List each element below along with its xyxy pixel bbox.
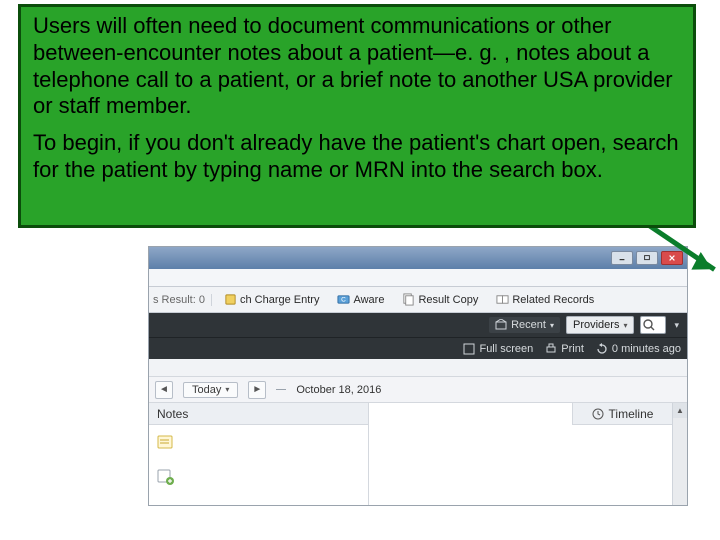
print-icon <box>545 343 557 355</box>
recent-label: Recent <box>511 319 546 331</box>
related-records-button[interactable]: Related Records <box>490 290 600 309</box>
next-day-button[interactable]: ► <box>248 381 266 399</box>
recent-icon <box>495 319 507 331</box>
aware-button[interactable]: C Aware <box>331 290 390 309</box>
note-document-icon[interactable] <box>157 435 175 451</box>
main-toolbar: s Result: 0 ch Charge Entry C Aware Resu… <box>149 287 687 313</box>
window-titlebar <box>149 247 687 269</box>
notes-panel-title: Notes <box>157 407 188 421</box>
refresh-label: 0 minutes ago <box>612 343 681 355</box>
notes-panel-body <box>149 425 368 495</box>
result-copy-icon <box>402 293 415 306</box>
charge-entry-icon <box>224 293 237 306</box>
print-button[interactable]: Print <box>545 343 584 355</box>
minimize-icon <box>617 254 627 262</box>
patient-search-input[interactable] <box>640 316 666 334</box>
related-records-label: Related Records <box>512 294 594 306</box>
spacer-bar <box>149 359 687 377</box>
providers-label: Providers <box>573 319 619 331</box>
result-copy-label: Result Copy <box>418 294 478 306</box>
search-icon <box>642 318 656 332</box>
close-icon <box>667 254 677 262</box>
timeline-panel-header[interactable]: Timeline <box>572 403 672 425</box>
today-button[interactable]: Today ▾ <box>183 382 238 398</box>
chevron-right-icon: ► <box>252 384 262 395</box>
scroll-track[interactable] <box>673 418 687 506</box>
view-actions-bar: Full screen Print 0 minutes ago <box>149 337 687 359</box>
refresh-status[interactable]: 0 minutes ago <box>596 343 681 355</box>
charge-entry-label: ch Charge Entry <box>240 294 319 306</box>
refresh-icon <box>596 343 608 355</box>
clock-icon <box>592 408 604 420</box>
content-area: Notes Timeline <box>149 403 687 506</box>
current-date-label: October 18, 2016 <box>296 384 381 396</box>
chevron-left-icon: ◄ <box>159 384 169 395</box>
search-dropdown-caret[interactable]: ▾ <box>672 320 681 331</box>
prev-day-button[interactable]: ◄ <box>155 381 173 399</box>
maximize-icon <box>642 254 652 262</box>
charge-entry-button[interactable]: ch Charge Entry <box>218 290 325 309</box>
date-nav-bar: ◄ Today ▾ ► October 18, 2016 <box>149 377 687 403</box>
timeline-panel-title: Timeline <box>609 407 654 421</box>
chevron-down-icon: ▾ <box>550 321 554 330</box>
instruction-callout: Users will often need to document commun… <box>18 4 696 228</box>
fullscreen-icon <box>463 343 475 355</box>
fullscreen-button[interactable]: Full screen <box>463 343 533 355</box>
toolbar-lead-text: s Result: 0 <box>153 294 212 306</box>
patient-context-bar: Recent ▾ Providers ▾ ▾ <box>149 313 687 337</box>
ehr-window: s Result: 0 ch Charge Entry C Aware Resu… <box>148 246 688 506</box>
maximize-button[interactable] <box>636 251 658 265</box>
providers-dropdown[interactable]: Providers ▾ <box>566 316 634 334</box>
menu-bar <box>149 269 687 287</box>
callout-paragraph-1: Users will often need to document commun… <box>33 13 681 120</box>
separator <box>276 389 286 390</box>
notes-panel: Notes <box>149 403 369 506</box>
result-copy-button[interactable]: Result Copy <box>396 290 484 309</box>
chevron-down-icon: ▾ <box>623 321 627 330</box>
notes-panel-header[interactable]: Notes <box>149 403 368 425</box>
close-button[interactable] <box>661 251 683 265</box>
minimize-button[interactable] <box>611 251 633 265</box>
today-label: Today <box>192 384 221 396</box>
timeline-panel: Timeline <box>369 403 672 506</box>
callout-paragraph-2: To begin, if you don't already have the … <box>33 130 681 184</box>
print-label: Print <box>561 343 584 355</box>
aware-icon: C <box>337 293 350 306</box>
fullscreen-label: Full screen <box>479 343 533 355</box>
scroll-up-button[interactable]: ▲ <box>673 403 687 418</box>
aware-label: Aware <box>353 294 384 306</box>
recent-dropdown[interactable]: Recent ▾ <box>489 317 560 333</box>
related-records-icon <box>496 293 509 306</box>
vertical-scrollbar[interactable]: ▲ ▼ <box>672 403 687 506</box>
add-note-icon[interactable] <box>157 469 175 485</box>
svg-text:C: C <box>342 296 347 303</box>
chevron-down-icon: ▾ <box>225 385 229 394</box>
